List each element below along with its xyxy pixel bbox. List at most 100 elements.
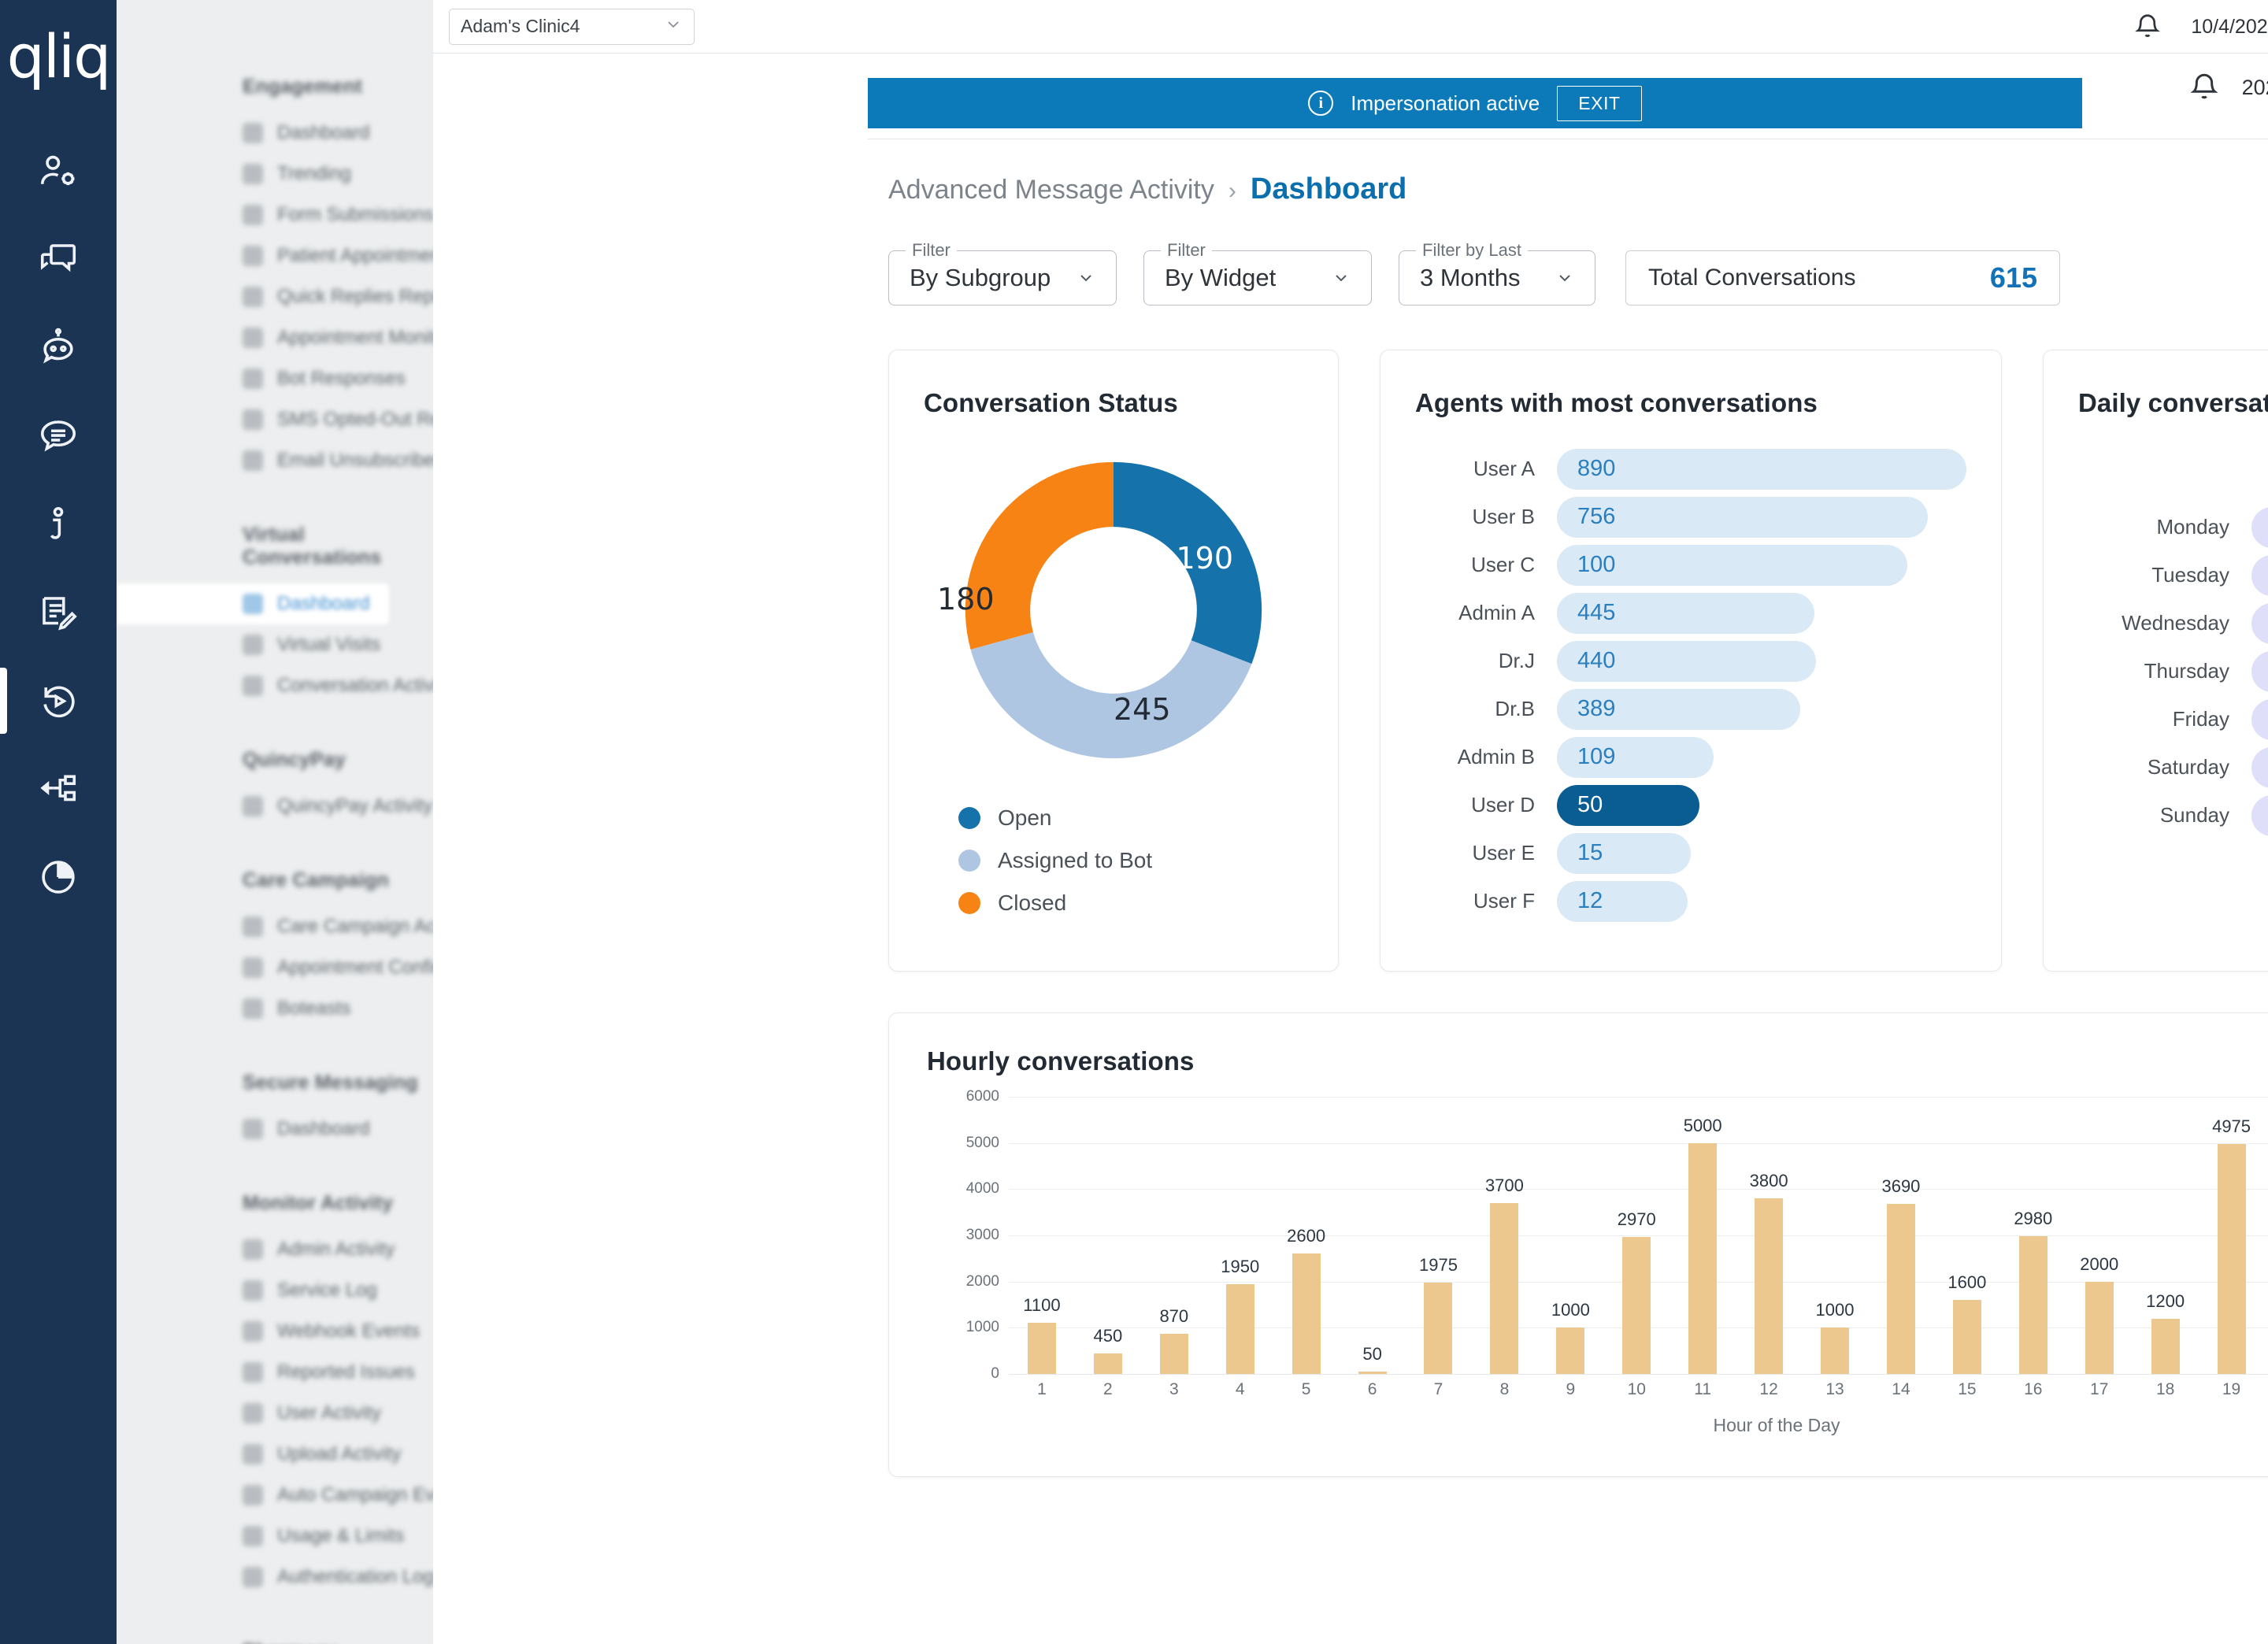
bar[interactable] <box>2019 1236 2048 1374</box>
info-person-icon[interactable] <box>0 480 117 568</box>
bar-column[interactable]: 450 <box>1075 1097 1141 1374</box>
bar[interactable]: 100 <box>1557 545 1907 586</box>
bar[interactable]: 100 <box>2251 699 2268 740</box>
sidebar-item-admin-activity[interactable]: Admin Activity <box>117 1229 433 1270</box>
bar-row[interactable]: Friday100 <box>2078 695 2268 743</box>
bar-row[interactable]: Tuesday890 <box>2078 551 2268 599</box>
sidebar-item-webhook-events[interactable]: Webhook Events <box>117 1311 433 1352</box>
bar-column[interactable]: 3700 <box>1471 1097 1537 1374</box>
bar[interactable] <box>1755 1198 1783 1374</box>
sidebar-item-authentication-logs[interactable]: Authentication Logs <box>117 1557 433 1598</box>
bar-column[interactable]: 1975 <box>1406 1097 1472 1374</box>
impersonation-exit-button[interactable]: EXIT <box>1557 86 1642 121</box>
bar[interactable] <box>2151 1319 2180 1374</box>
bar[interactable]: 12 <box>1557 881 1688 922</box>
bar-column[interactable]: 50 <box>1340 1097 1406 1374</box>
bar-column[interactable]: 3800 <box>1736 1097 1802 1374</box>
sidebar-item-care-campaign-activity[interactable]: Care Campaign Activity <box>117 906 433 947</box>
bar[interactable]: 109 <box>2251 651 2268 692</box>
sidebar-item-dashboard[interactable]: Dashboard <box>117 113 433 154</box>
sidebar-item-upload-activity[interactable]: Upload Activity <box>117 1434 433 1475</box>
sidebar-item-virtual-visits[interactable]: Virtual Visits <box>117 624 433 665</box>
bar-column[interactable]: 2980 <box>2000 1097 2066 1374</box>
bar[interactable] <box>1556 1327 1584 1374</box>
bar-column[interactable]: 1000 <box>1802 1097 1868 1374</box>
bar-column[interactable]: 5000 <box>1670 1097 1736 1374</box>
bar-column[interactable]: 870 <box>1141 1097 1207 1374</box>
bar[interactable] <box>1094 1353 1122 1374</box>
bar[interactable] <box>1688 1143 1717 1374</box>
bell-icon[interactable] <box>2118 12 2177 42</box>
bar[interactable] <box>2218 1144 2246 1374</box>
bar[interactable] <box>1292 1253 1321 1374</box>
bar[interactable]: 389 <box>1557 689 1800 730</box>
history-icon[interactable] <box>0 657 117 745</box>
form-edit-icon[interactable] <box>0 568 117 657</box>
bar[interactable]: 756 <box>2251 507 2268 548</box>
sidebar-item-secure-dashboard[interactable]: Dashboard <box>117 1109 433 1150</box>
bar-row[interactable]: Monday756 <box>2078 503 2268 551</box>
donut-segment[interactable] <box>965 462 1114 650</box>
bar-row[interactable]: User A890 <box>1415 445 1966 493</box>
bar-column[interactable]: 1000 <box>1537 1097 1603 1374</box>
bar[interactable] <box>1160 1334 1188 1374</box>
chat-bubbles-icon[interactable] <box>0 216 117 304</box>
bar[interactable] <box>1028 1323 1056 1374</box>
bar-column[interactable]: 1950 <box>1207 1097 1273 1374</box>
bar-row[interactable]: Saturday440 <box>2078 743 2268 791</box>
user-settings-icon[interactable] <box>0 128 117 216</box>
bar[interactable] <box>1887 1204 1915 1374</box>
sidebar-item-quincypay-activity[interactable]: QuincyPay Activity <box>117 786 433 827</box>
pie-chart-icon[interactable] <box>0 833 117 921</box>
bar[interactable] <box>1622 1237 1651 1374</box>
bar[interactable]: 890 <box>2251 555 2268 596</box>
bar[interactable]: 890 <box>1557 449 1966 490</box>
bar-column[interactable]: 2000 <box>2066 1097 2133 1374</box>
bar[interactable] <box>1821 1327 1849 1374</box>
bar-row[interactable]: User F12 <box>1415 877 1966 925</box>
bar-row[interactable]: Wednesday445 <box>2078 599 2268 647</box>
nav-sidebar[interactable]: Engagement Dashboard Trending Form Submi… <box>117 0 433 1644</box>
bell-icon[interactable] <box>2166 71 2242 104</box>
bar-row[interactable]: Admin A445 <box>1415 589 1966 637</box>
bar[interactable] <box>1490 1203 1518 1374</box>
bar-column[interactable]: 3690 <box>1868 1097 1934 1374</box>
sidebar-item-appointment-confirmation[interactable]: Appointment Confirmation... <box>117 947 433 988</box>
bar[interactable]: 440 <box>1557 641 1816 682</box>
bar[interactable] <box>1226 1284 1254 1374</box>
workflow-icon[interactable] <box>0 745 117 833</box>
sidebar-item-botcasts[interactable]: Boteasts <box>117 988 433 1029</box>
bar-column[interactable]: 2600 <box>1273 1097 1340 1374</box>
bar-row[interactable]: Dr.B389 <box>1415 685 1966 733</box>
bar-row[interactable]: Sunday389 <box>2078 791 2268 839</box>
bar-column[interactable]: 4975 <box>2199 1097 2265 1374</box>
sidebar-item-sms-opted-out[interactable]: SMS Opted-Out Recipients <box>117 399 433 440</box>
bar-column[interactable]: 2750 <box>2265 1097 2268 1374</box>
bar[interactable]: 15 <box>1557 833 1691 874</box>
bar[interactable] <box>2085 1282 2114 1374</box>
sidebar-item-virtual-dashboard[interactable]: Dashboard <box>117 583 389 624</box>
bar-column[interactable]: 2970 <box>1603 1097 1670 1374</box>
bar-column[interactable]: 1200 <box>2133 1097 2199 1374</box>
breadcrumb-parent[interactable]: Advanced Message Activity <box>888 175 1214 206</box>
bar[interactable] <box>1953 1300 1981 1374</box>
sidebar-item-auto-campaign-events[interactable]: Auto Campaign Events <box>117 1475 433 1516</box>
sidebar-item-email-unsubscribed[interactable]: Email Unsubscribed Recipients <box>117 440 433 481</box>
bar[interactable]: 440 <box>2251 747 2268 788</box>
bar[interactable]: 109 <box>1557 737 1714 778</box>
sidebar-item-patient-appointments[interactable]: Patient Appointments <box>117 235 433 276</box>
bar-row[interactable]: User E15 <box>1415 829 1966 877</box>
sidebar-item-trending[interactable]: Trending <box>117 154 433 194</box>
sidebar-item-user-activity[interactable]: User Activity <box>117 1393 433 1434</box>
bar[interactable] <box>1358 1372 1387 1374</box>
clinic-select[interactable]: Adam's Clinic4 <box>449 9 695 45</box>
bar-column[interactable]: 1100 <box>1009 1097 1075 1374</box>
bar-row[interactable]: User C100 <box>1415 541 1966 589</box>
sidebar-item-service-log[interactable]: Service Log <box>117 1270 433 1311</box>
sidebar-item-conversation-activity[interactable]: Conversation Activity <box>117 665 433 706</box>
bar[interactable]: 389 <box>2251 795 2268 836</box>
sidebar-item-bot-responses[interactable]: Bot Responses <box>117 358 433 399</box>
sidebar-item-form-submissions[interactable]: Form Submissions <box>117 194 433 235</box>
bar-column[interactable]: 1600 <box>1934 1097 2000 1374</box>
sidebar-item-quick-replies-report[interactable]: Quick Replies Report <box>117 276 433 317</box>
